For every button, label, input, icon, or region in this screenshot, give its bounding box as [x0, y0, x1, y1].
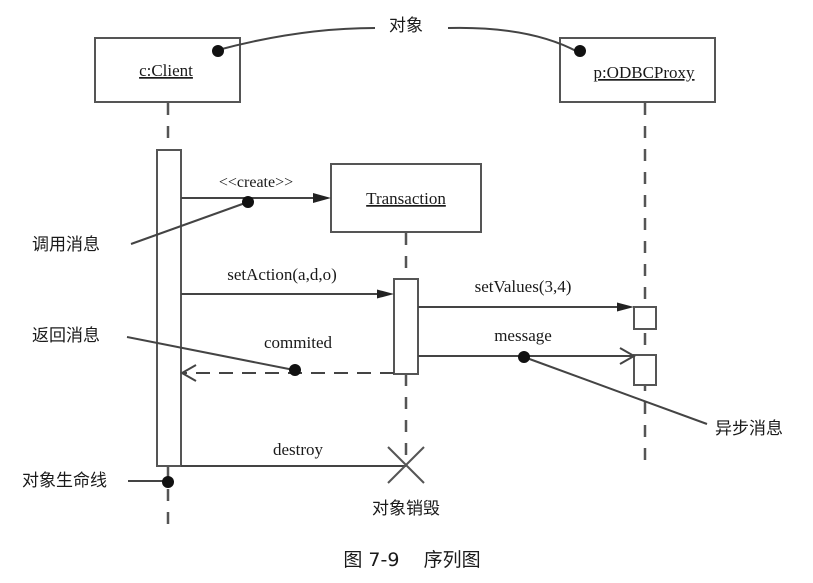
annotation-lifeline: 对象生命线: [22, 471, 107, 491]
callout-async-message: [523, 356, 708, 425]
callout-dot-return-message: [289, 364, 301, 376]
sequence-diagram: c:Client p:ODBCProxy Transaction <<creat…: [22, 16, 783, 571]
object-label-proxy: p:ODBCProxy: [593, 63, 695, 82]
message-create-arrowhead: [313, 193, 331, 203]
message-setvalues-label: setValues(3,4): [475, 277, 572, 296]
activation-transaction: [393, 278, 419, 375]
annotation-object-destruction: 对象销毁: [372, 499, 440, 519]
activation-proxy-1: [633, 306, 657, 330]
activation-client: [156, 149, 182, 467]
callout-object-client: [217, 27, 376, 51]
message-return-label: commited: [264, 333, 332, 352]
activation-proxy-2: [633, 354, 657, 386]
message-destroy-label: destroy: [273, 440, 324, 459]
message-setvalues-arrowhead: [617, 302, 634, 312]
callout-dot-call-message: [242, 196, 254, 208]
callout-dot-client: [212, 45, 224, 57]
callout-dot-lifeline: [162, 476, 174, 488]
annotation-call-message: 调用消息: [32, 235, 100, 255]
callout-object-proxy: [447, 26, 579, 53]
object-label-client: c:Client: [139, 61, 193, 80]
callout-dot-proxy: [574, 45, 586, 57]
annotation-object: 对象: [389, 16, 423, 36]
annotation-async-message: 异步消息: [715, 419, 783, 439]
object-label-transaction: Transaction: [366, 189, 446, 208]
object-transaction: Transaction: [330, 163, 482, 233]
annotation-return-message: 返回消息: [32, 326, 100, 346]
message-setaction-arrowhead: [377, 289, 394, 299]
message-create-label: <<create>>: [219, 174, 293, 191]
callout-call-message: [130, 201, 249, 245]
message-setaction-label: setAction(a,d,o): [227, 265, 337, 284]
figure-caption: 图 7-9 序列图: [343, 549, 480, 571]
callout-dot-async-message: [518, 351, 530, 363]
message-async-label: message: [494, 326, 552, 345]
